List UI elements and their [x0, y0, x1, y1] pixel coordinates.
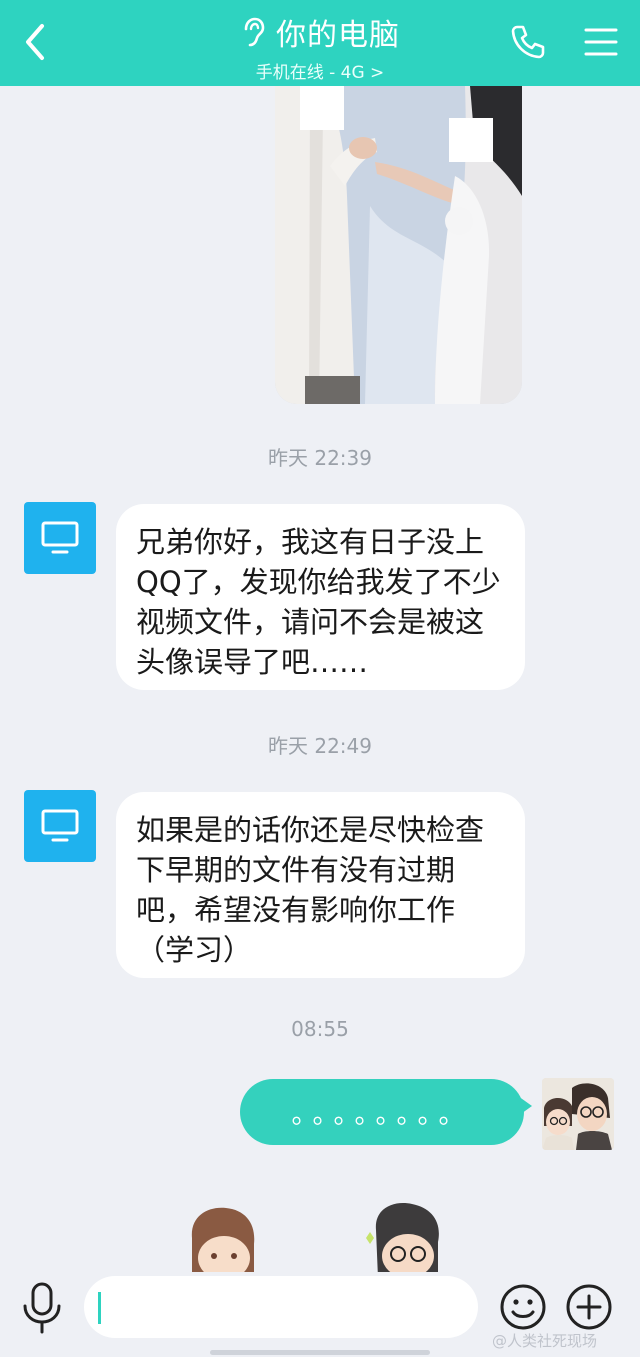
call-button[interactable]	[508, 22, 548, 62]
menu-button[interactable]	[580, 22, 622, 62]
cartoon-stickers-image	[191, 1203, 439, 1278]
timestamp: 08:55	[291, 1017, 349, 1041]
timestamp: 昨天 22:49	[268, 734, 372, 758]
chat-header: 你的电脑 手机在线 - 4G >	[0, 0, 640, 86]
phone-icon	[511, 25, 545, 59]
microphone-icon	[23, 1282, 61, 1334]
emoji-icon	[500, 1284, 546, 1330]
voice-button[interactable]	[20, 1280, 64, 1336]
plus-icon	[566, 1284, 612, 1330]
home-indicator	[210, 1350, 430, 1355]
cartoon-avatar-image	[542, 1078, 614, 1150]
message-bubble-incoming[interactable]: 如果是的话你还是尽快检查下早期的文件有没有过期吧，希望没有影响你工作（学习）	[116, 792, 525, 978]
monitor-icon	[41, 521, 79, 554]
avatar-computer[interactable]	[24, 502, 96, 574]
timestamp: 昨天 22:39	[268, 446, 372, 470]
image-message[interactable]	[275, 86, 522, 404]
monitor-icon	[41, 809, 79, 842]
sticker-characters	[180, 1198, 460, 1278]
menu-icon	[584, 28, 618, 56]
message-bubble-outgoing[interactable]: 。。。。。。。。	[240, 1079, 524, 1145]
more-button[interactable]	[564, 1282, 614, 1332]
text-cursor	[98, 1292, 101, 1324]
message-bubble-incoming[interactable]: 兄弟你好，我这有日子没上QQ了，发现你给我发了不少视频文件，请问不会是被这头像误…	[116, 504, 525, 690]
page-title: 你的电脑	[276, 18, 400, 53]
photo-image	[275, 86, 522, 404]
emoji-button[interactable]	[498, 1282, 548, 1332]
ear-icon	[244, 17, 265, 47]
avatar-computer[interactable]	[24, 790, 96, 862]
avatar-self[interactable]	[542, 1078, 614, 1150]
message-input[interactable]	[84, 1276, 478, 1338]
bubble-tail	[518, 1096, 532, 1116]
watermark: @人类社死现场	[492, 1332, 598, 1350]
